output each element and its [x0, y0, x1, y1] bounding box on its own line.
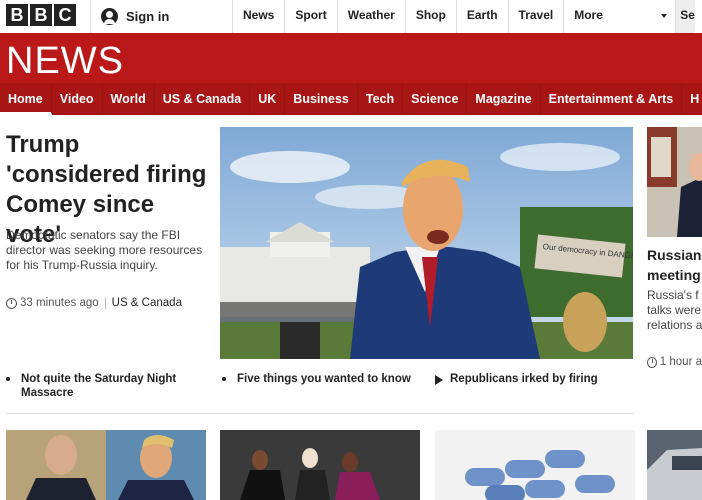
section-divider	[6, 413, 634, 414]
top-nav: News Sport Weather Shop Earth Travel Mor…	[232, 0, 696, 33]
lead-timestamp: 33 minutes ago	[20, 297, 99, 309]
bbc-logo[interactable]: B B C	[6, 4, 76, 26]
sign-in-label: Sign in	[126, 9, 170, 24]
side-timestamp: 1 hour a	[659, 356, 702, 368]
side-story-image[interactable]	[647, 127, 702, 237]
top-nav-weather[interactable]: Weather	[336, 0, 405, 33]
section-nav: Home Video World US & Canada UK Business…	[0, 83, 702, 115]
bullet-icon	[222, 377, 226, 381]
story-thumbnail[interactable]	[647, 430, 702, 500]
top-nav-news[interactable]: News	[232, 0, 284, 33]
tab-world[interactable]: World	[103, 83, 155, 115]
related-link[interactable]: Five things you wanted to know	[222, 372, 432, 386]
more-menu-button[interactable]: More	[563, 0, 675, 33]
tab-uk[interactable]: UK	[250, 83, 286, 115]
logo-letter: B	[30, 4, 52, 26]
clock-icon	[647, 356, 657, 368]
related-link-label: Five things you wanted to know	[237, 373, 411, 385]
chevron-down-icon	[661, 14, 668, 18]
ceremony-image	[220, 430, 420, 500]
story-thumbnail[interactable]	[435, 430, 635, 500]
tab-entertainment-arts[interactable]: Entertainment & Arts	[541, 83, 683, 115]
pills-image	[435, 430, 635, 500]
play-icon	[435, 375, 443, 385]
lead-meta: 33 minutes ago US & Canada	[6, 297, 182, 309]
split-portrait-image	[6, 430, 206, 500]
side-headline-line: meeting	[647, 267, 701, 283]
top-nav-sport[interactable]: Sport	[284, 0, 336, 33]
tab-overflow[interactable]: H	[682, 83, 702, 115]
sign-in-link[interactable]: Sign in	[90, 0, 230, 33]
related-link-label: Not quite the Saturday Night Massacre	[21, 373, 177, 399]
section-title[interactable]: NEWS	[6, 40, 124, 83]
side-headline-line: Russian	[647, 247, 702, 263]
story-thumbnail[interactable]	[220, 430, 420, 500]
logo-letter: C	[54, 4, 76, 26]
side-story-summary: Russia's f talks were relations a	[647, 288, 702, 333]
top-bar: B B C Sign in News Sport Weather Shop Ea…	[0, 0, 702, 34]
side-story-headline[interactable]: Russian meeting	[647, 245, 702, 285]
bullet-icon	[6, 377, 10, 381]
lead-image[interactable]: Our democracy in DANGER	[220, 127, 633, 359]
top-nav-shop[interactable]: Shop	[404, 0, 456, 33]
clock-icon	[6, 297, 17, 309]
tab-us-canada[interactable]: US & Canada	[155, 83, 251, 115]
tab-tech[interactable]: Tech	[358, 83, 404, 115]
tab-home[interactable]: Home	[0, 83, 52, 115]
related-video-link[interactable]: Republicans irked by firing	[435, 372, 635, 386]
lead-section-tag[interactable]: US & Canada	[112, 297, 182, 309]
related-link-label: Republicans irked by firing	[450, 373, 598, 385]
side-summary-line: relations a	[647, 318, 702, 332]
news-header: NEWS Home Video World US & Canada UK Bus…	[0, 33, 702, 115]
side-story-meta: 1 hour a	[647, 356, 702, 368]
search-button[interactable]: Se	[675, 0, 696, 33]
story-thumbnail[interactable]	[6, 430, 206, 500]
more-label: More	[574, 8, 603, 22]
lead-summary: Democratic senators say the FBI director…	[6, 228, 203, 272]
meta-divider	[104, 297, 106, 309]
car-image	[647, 430, 702, 500]
protest-effigy-image: Our democracy in DANGER	[220, 127, 633, 359]
tab-science[interactable]: Science	[403, 83, 468, 115]
tab-business[interactable]: Business	[285, 83, 358, 115]
top-nav-earth[interactable]: Earth	[455, 0, 508, 33]
user-icon	[101, 8, 118, 25]
side-summary-line: Russia's f	[647, 288, 699, 302]
side-photo	[647, 127, 702, 237]
top-nav-travel[interactable]: Travel	[507, 0, 564, 33]
logo-letter: B	[6, 4, 28, 26]
tab-magazine[interactable]: Magazine	[467, 83, 541, 115]
side-summary-line: talks were	[647, 303, 702, 317]
tab-video[interactable]: Video	[52, 83, 103, 115]
related-link[interactable]: Not quite the Saturday Night Massacre	[6, 372, 196, 400]
